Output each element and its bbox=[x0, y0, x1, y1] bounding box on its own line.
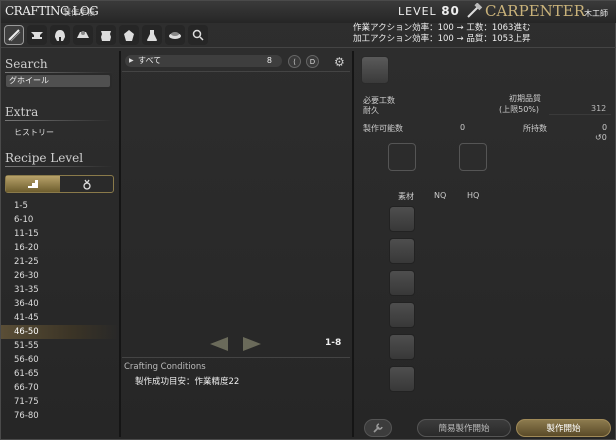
recipe-level-item[interactable]: 1-5 bbox=[1, 199, 119, 213]
filter-count: 8 bbox=[266, 56, 272, 65]
material-slot[interactable] bbox=[389, 366, 415, 392]
recipe-level-item[interactable]: 11-15 bbox=[1, 227, 119, 241]
initial-quality-label: 初期品質 bbox=[509, 94, 541, 103]
sort-icon[interactable]: ⟨ bbox=[288, 55, 301, 68]
recipe-level-item[interactable]: 41-45 bbox=[1, 311, 119, 325]
material-slot[interactable] bbox=[389, 238, 415, 264]
durability-label: 耐久 bbox=[363, 106, 379, 115]
title-bar[interactable]: CRAFTING LOG 製作手帳 LEVEL 80 CARPENTER 木工師 bbox=[1, 1, 616, 23]
search-icon[interactable] bbox=[188, 25, 208, 45]
materials-label: 素材 bbox=[398, 192, 414, 201]
owned-label: 所持数 bbox=[523, 124, 547, 133]
repair-button[interactable] bbox=[364, 419, 392, 437]
saw-icon[interactable] bbox=[4, 25, 24, 45]
stat-line-progress: 作業アクション効率：100 → 工数：1063進む bbox=[353, 23, 531, 33]
recipe-level-item[interactable]: 31-35 bbox=[1, 283, 119, 297]
master-recipe-tab[interactable] bbox=[60, 176, 113, 192]
level-value: 80 bbox=[441, 4, 460, 18]
recipe-level-item[interactable]: 76-80 bbox=[1, 409, 119, 423]
owned-hq-count: 0 bbox=[601, 133, 607, 142]
quick-synthesis-button[interactable]: 簡易製作開始 bbox=[417, 419, 511, 437]
history-link[interactable]: ヒストリー bbox=[14, 127, 54, 138]
crystal-slot-1[interactable] bbox=[388, 143, 416, 171]
stairs-icon bbox=[28, 180, 38, 188]
material-slot[interactable] bbox=[389, 206, 415, 232]
crafting-log-window: CRAFTING LOG 製作手帳 LEVEL 80 CARPENTER 木工師… bbox=[0, 0, 616, 440]
level-display: LEVEL 80 bbox=[398, 4, 460, 18]
helmet-icon[interactable] bbox=[50, 25, 70, 45]
detail-divider bbox=[352, 51, 354, 437]
search-input[interactable]: グホイール bbox=[6, 75, 110, 87]
conditions-text: 製作成功目安：作業精度22 bbox=[135, 377, 240, 387]
gear-icon[interactable]: ⚙ bbox=[334, 55, 348, 69]
leather-icon[interactable] bbox=[96, 25, 116, 45]
item-icon-slot[interactable] bbox=[361, 56, 389, 84]
list-header-divider bbox=[122, 71, 350, 72]
conditions-title: Crafting Conditions bbox=[124, 362, 206, 372]
recipe-level-item[interactable]: 56-60 bbox=[1, 353, 119, 367]
nq-label: NQ bbox=[434, 191, 447, 200]
sidebar-divider bbox=[119, 51, 121, 437]
carpenter-hammer-icon bbox=[465, 2, 483, 19]
search-heading: Search bbox=[5, 57, 115, 73]
quality-cap-label: (上限50%) bbox=[499, 105, 540, 114]
level-prefix: LEVEL bbox=[398, 5, 437, 18]
material-slot[interactable] bbox=[389, 334, 415, 360]
flask-icon[interactable] bbox=[142, 25, 162, 45]
stat-line-quality: 加工アクション効率：100 → 品質：1053上昇 bbox=[353, 34, 531, 44]
recipe-level-item[interactable]: 71-75 bbox=[1, 395, 119, 409]
window-subtitle: 製作手帳 bbox=[63, 8, 95, 17]
recipe-level-item[interactable]: 21-25 bbox=[1, 255, 119, 269]
action-efficiency-stats: 作業アクション効率：100 → 工数：1063進む 加工アクション効率：100 … bbox=[353, 23, 530, 45]
recipe-level-item[interactable]: 6-10 bbox=[1, 213, 119, 227]
initial-quality-value: 312 bbox=[591, 104, 607, 113]
recipe-level-item[interactable]: 16-20 bbox=[1, 241, 119, 255]
filter-icon[interactable]: D bbox=[306, 55, 319, 68]
quality-underline bbox=[549, 114, 611, 115]
synthesize-button[interactable]: 製作開始 bbox=[516, 419, 611, 437]
wrench-icon bbox=[373, 423, 383, 433]
extra-heading: Extra bbox=[5, 105, 115, 121]
level-range-tab[interactable] bbox=[6, 176, 60, 192]
material-slot[interactable] bbox=[389, 270, 415, 296]
anvil-icon[interactable] bbox=[27, 25, 47, 45]
toolbar-divider bbox=[1, 47, 616, 48]
hq-label: HQ bbox=[467, 191, 480, 200]
conditions-divider bbox=[122, 357, 350, 358]
craftable-value: 0 bbox=[460, 123, 466, 132]
job-name: CARPENTER bbox=[485, 2, 586, 20]
cooking-icon[interactable] bbox=[165, 25, 185, 45]
prev-page-icon[interactable] bbox=[210, 337, 228, 351]
recipe-level-item[interactable]: 66-70 bbox=[1, 381, 119, 395]
recipe-level-item[interactable]: 46-50 bbox=[1, 325, 119, 339]
job-name-jp: 木工師 bbox=[584, 9, 608, 18]
recipe-level-heading: Recipe Level bbox=[5, 151, 115, 167]
recipe-level-list: 1-5 6-10 11-15 16-20 21-25 26-30 31-35 36-40 41-… bbox=[1, 199, 119, 423]
sidebar: Search グホイール Extra ヒストリー Recipe Level 1-… bbox=[1, 51, 119, 440]
craftable-label: 製作可能数 bbox=[363, 124, 403, 133]
dropdown-arrow-icon: ▶ bbox=[129, 57, 134, 64]
material-slot[interactable] bbox=[389, 302, 415, 328]
owned-value: 0 bbox=[602, 123, 608, 132]
crystal-slot-2[interactable] bbox=[459, 143, 487, 171]
class-toolbar bbox=[4, 25, 208, 45]
recipe-level-item[interactable]: 36-40 bbox=[1, 297, 119, 311]
recipe-level-toggle bbox=[5, 175, 114, 193]
page-range: 1-8 bbox=[325, 338, 342, 348]
recipe-filter-dropdown[interactable]: ▶ すべて 8 bbox=[125, 55, 282, 67]
hq-icon: ↺ bbox=[595, 133, 602, 142]
ring-icon[interactable] bbox=[73, 25, 93, 45]
cloth-icon[interactable] bbox=[119, 25, 139, 45]
filter-label: すべて bbox=[138, 56, 162, 65]
next-page-icon[interactable] bbox=[243, 337, 261, 351]
medal-icon bbox=[82, 179, 91, 190]
recipe-level-item[interactable]: 51-55 bbox=[1, 339, 119, 353]
recipe-level-item[interactable]: 26-30 bbox=[1, 269, 119, 283]
owned-hq-value: ↺0 bbox=[595, 133, 607, 142]
recipe-level-item[interactable]: 61-65 bbox=[1, 367, 119, 381]
